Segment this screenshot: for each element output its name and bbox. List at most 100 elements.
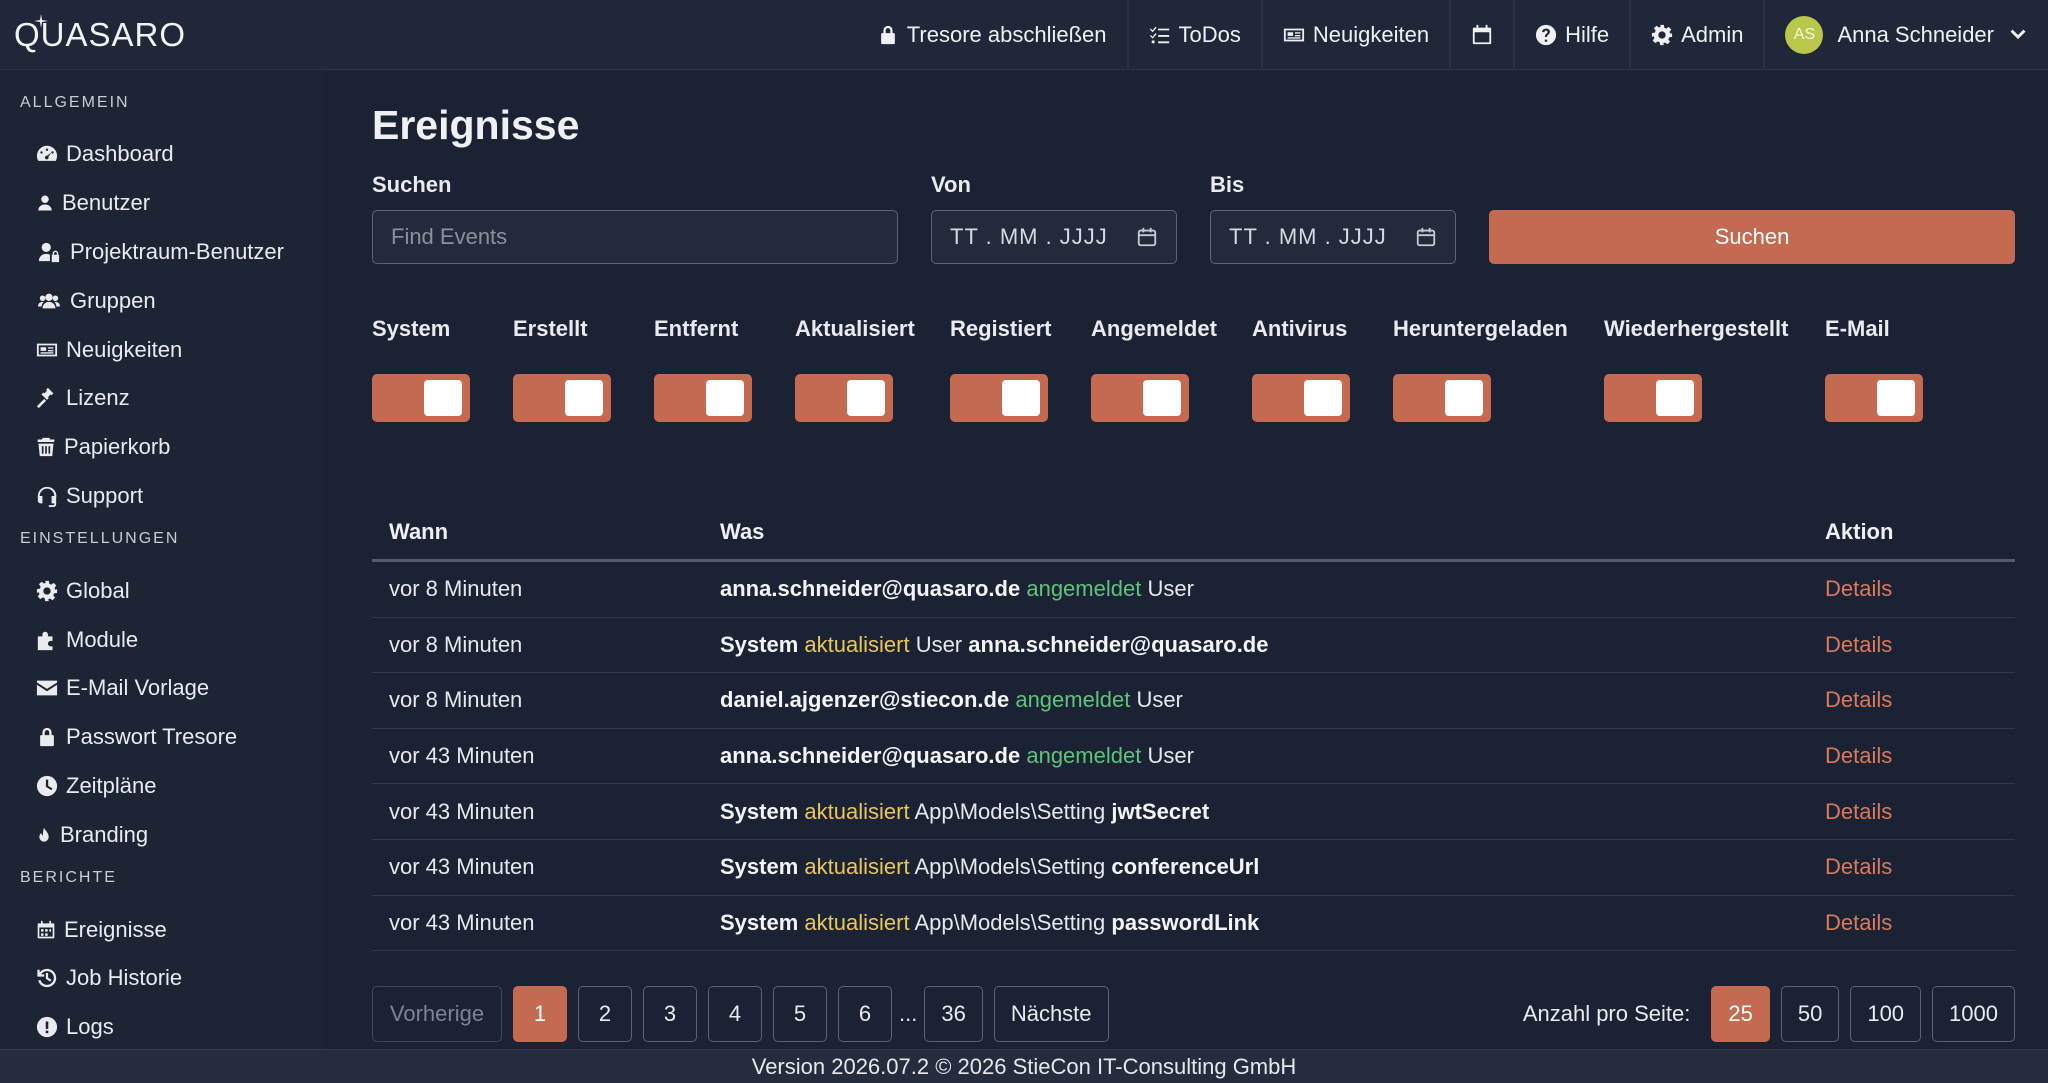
event-object: User bbox=[1147, 576, 1194, 602]
filter-toggle-downloaded[interactable] bbox=[1393, 374, 1491, 422]
filter-label-created: Erstellt bbox=[513, 316, 588, 341]
sidebar-item-modules[interactable]: Module bbox=[0, 615, 324, 664]
filter-toggle-email[interactable] bbox=[1825, 374, 1923, 422]
table-row: vor 43 Minuten System aktualisiert App\M… bbox=[372, 840, 2015, 896]
sidebar-item-label: Job Historie bbox=[66, 965, 183, 991]
nav-news[interactable]: Neuigkeiten bbox=[1260, 0, 1449, 70]
sidebar-item-label: Dashboard bbox=[66, 141, 174, 167]
sidebar-item-label: Papierkorb bbox=[64, 434, 171, 460]
calendar-icon bbox=[1472, 24, 1492, 45]
per-page-option-1000[interactable]: 1000 bbox=[1932, 986, 2015, 1042]
event-target: anna.schneider@quasaro.de bbox=[968, 631, 1269, 657]
gear-icon bbox=[36, 580, 58, 601]
page-button-last[interactable]: 36 bbox=[924, 986, 983, 1042]
toggle-knob bbox=[1656, 380, 1694, 416]
sidebar-item-job-history[interactable]: Job Historie bbox=[0, 954, 324, 1003]
sidebar-item-label: Global bbox=[66, 577, 130, 603]
from-date-input[interactable]: TT . MM . JJJJ bbox=[931, 210, 1177, 264]
nav-calendar[interactable] bbox=[1449, 0, 1513, 70]
nav-help[interactable]: Hilfe bbox=[1513, 0, 1629, 70]
cell-when: vor 8 Minuten bbox=[389, 576, 523, 602]
event-object: User bbox=[1147, 743, 1194, 769]
cell-when: vor 43 Minuten bbox=[389, 798, 535, 824]
filter-toggle-system[interactable] bbox=[372, 374, 470, 422]
sidebar-item-label: Branding bbox=[60, 821, 149, 847]
newspaper-icon bbox=[1283, 28, 1304, 42]
event-target: conferenceUrl bbox=[1111, 854, 1260, 880]
filter-label-email: E-Mail bbox=[1825, 316, 1890, 341]
user-menu[interactable]: AS Anna Schneider bbox=[1763, 0, 2048, 70]
sidebar-item-license[interactable]: Lizenz bbox=[0, 374, 324, 423]
header-action: Aktion bbox=[1825, 518, 1894, 544]
details-link[interactable]: Details bbox=[1825, 743, 2015, 769]
nav-admin[interactable]: Admin bbox=[1629, 0, 1763, 70]
prev-page-button[interactable]: Vorherige bbox=[372, 986, 502, 1042]
search-input[interactable] bbox=[372, 210, 898, 264]
page-button-5[interactable]: 5 bbox=[773, 986, 827, 1042]
per-page-option-25[interactable]: 25 bbox=[1711, 986, 1770, 1042]
cell-what: System aktualisiert App\Models\Setting p… bbox=[720, 910, 1825, 936]
event-target: jwtSecret bbox=[1111, 798, 1210, 824]
event-verb: aktualisiert bbox=[804, 909, 910, 935]
sidebar-item-trash[interactable]: Papierkorb bbox=[0, 423, 324, 472]
cell-when: vor 8 Minuten bbox=[389, 631, 523, 657]
calendar-icon[interactable] bbox=[1415, 226, 1437, 248]
sidebar-item-label: Projektraum-Benutzer bbox=[70, 238, 284, 264]
sidebar-section-settings: EINSTELLUNGEN bbox=[20, 530, 180, 548]
next-page-button[interactable]: Nächste bbox=[993, 986, 1109, 1042]
nav-lock-vaults[interactable]: Tresore abschließen bbox=[857, 0, 1127, 70]
sidebar-item-password-vaults[interactable]: Passwort Tresore bbox=[0, 713, 324, 762]
sidebar-item-schedules[interactable]: Zeitpläne bbox=[0, 762, 324, 811]
puzzle-icon bbox=[37, 631, 53, 650]
filter-toggle-created[interactable] bbox=[513, 374, 611, 422]
sidebar-item-email-template[interactable]: E-Mail Vorlage bbox=[0, 664, 324, 713]
details-link[interactable]: Details bbox=[1825, 687, 2015, 713]
top-nav: Tresore abschließen ToDos Neuigkeiten Hi… bbox=[857, 0, 2048, 70]
search-button[interactable]: Suchen bbox=[1489, 210, 2015, 264]
page-button-6[interactable]: 6 bbox=[838, 986, 892, 1042]
details-link[interactable]: Details bbox=[1825, 854, 2015, 880]
filter-toggle-restored[interactable] bbox=[1604, 374, 1702, 422]
calendar-icon[interactable] bbox=[1136, 226, 1158, 248]
sidebar-item-label: Zeitpläne bbox=[66, 772, 157, 798]
sidebar-item-events[interactable]: Ereignisse bbox=[0, 905, 324, 954]
filter-toggle-logged-in[interactable] bbox=[1091, 374, 1189, 422]
sidebar-item-users[interactable]: Benutzer bbox=[0, 179, 324, 228]
sidebar-item-dashboard[interactable]: Dashboard bbox=[0, 130, 324, 179]
page-button-4[interactable]: 4 bbox=[708, 986, 762, 1042]
details-link[interactable]: Details bbox=[1825, 910, 2015, 936]
page-button-3[interactable]: 3 bbox=[643, 986, 697, 1042]
cell-when: vor 8 Minuten bbox=[389, 687, 523, 713]
page-button-1[interactable]: 1 bbox=[513, 986, 567, 1042]
quasaro-logo[interactable]: QUASARO bbox=[14, 14, 186, 56]
sidebar-item-news[interactable]: Neuigkeiten bbox=[0, 325, 324, 374]
details-link[interactable]: Details bbox=[1825, 799, 2015, 825]
gauge-icon bbox=[36, 146, 58, 162]
details-link[interactable]: Details bbox=[1825, 576, 2015, 602]
event-verb: angemeldet bbox=[1026, 576, 1142, 602]
filter-toggle-registered[interactable] bbox=[950, 374, 1048, 422]
sidebar-item-logs[interactable]: Logs bbox=[0, 1003, 324, 1049]
sidebar-item-global[interactable]: Global bbox=[0, 566, 324, 615]
lock-icon bbox=[40, 727, 54, 747]
per-page-option-50[interactable]: 50 bbox=[1780, 986, 1840, 1042]
sidebar-item-branding[interactable]: Branding bbox=[0, 810, 324, 859]
cell-what: System aktualisiert App\Models\Setting c… bbox=[720, 854, 1825, 880]
nav-todos[interactable]: ToDos bbox=[1126, 0, 1261, 70]
per-page-option-100[interactable]: 100 bbox=[1850, 986, 1922, 1042]
clock-icon bbox=[36, 775, 58, 797]
toggle-knob bbox=[424, 380, 462, 416]
filter-label-downloaded: Heruntergeladen bbox=[1393, 316, 1568, 341]
page-button-2[interactable]: 2 bbox=[578, 986, 632, 1042]
filter-label-removed: Entfernt bbox=[654, 316, 739, 341]
sidebar-item-support[interactable]: Support bbox=[0, 472, 324, 521]
filter-toggle-antivirus[interactable] bbox=[1252, 374, 1350, 422]
sidebar-item-groups[interactable]: Gruppen bbox=[0, 276, 324, 325]
table-row: vor 8 Minuten anna.schneider@quasaro.de … bbox=[372, 562, 2015, 618]
sidebar-item-project-room-users[interactable]: Projektraum-Benutzer bbox=[0, 228, 324, 277]
details-link[interactable]: Details bbox=[1825, 632, 2015, 658]
sidebar-item-label: Neuigkeiten bbox=[66, 336, 183, 362]
filter-toggle-updated[interactable] bbox=[795, 374, 893, 422]
filter-toggle-removed[interactable] bbox=[654, 374, 752, 422]
to-date-input[interactable]: TT . MM . JJJJ bbox=[1210, 210, 1456, 264]
